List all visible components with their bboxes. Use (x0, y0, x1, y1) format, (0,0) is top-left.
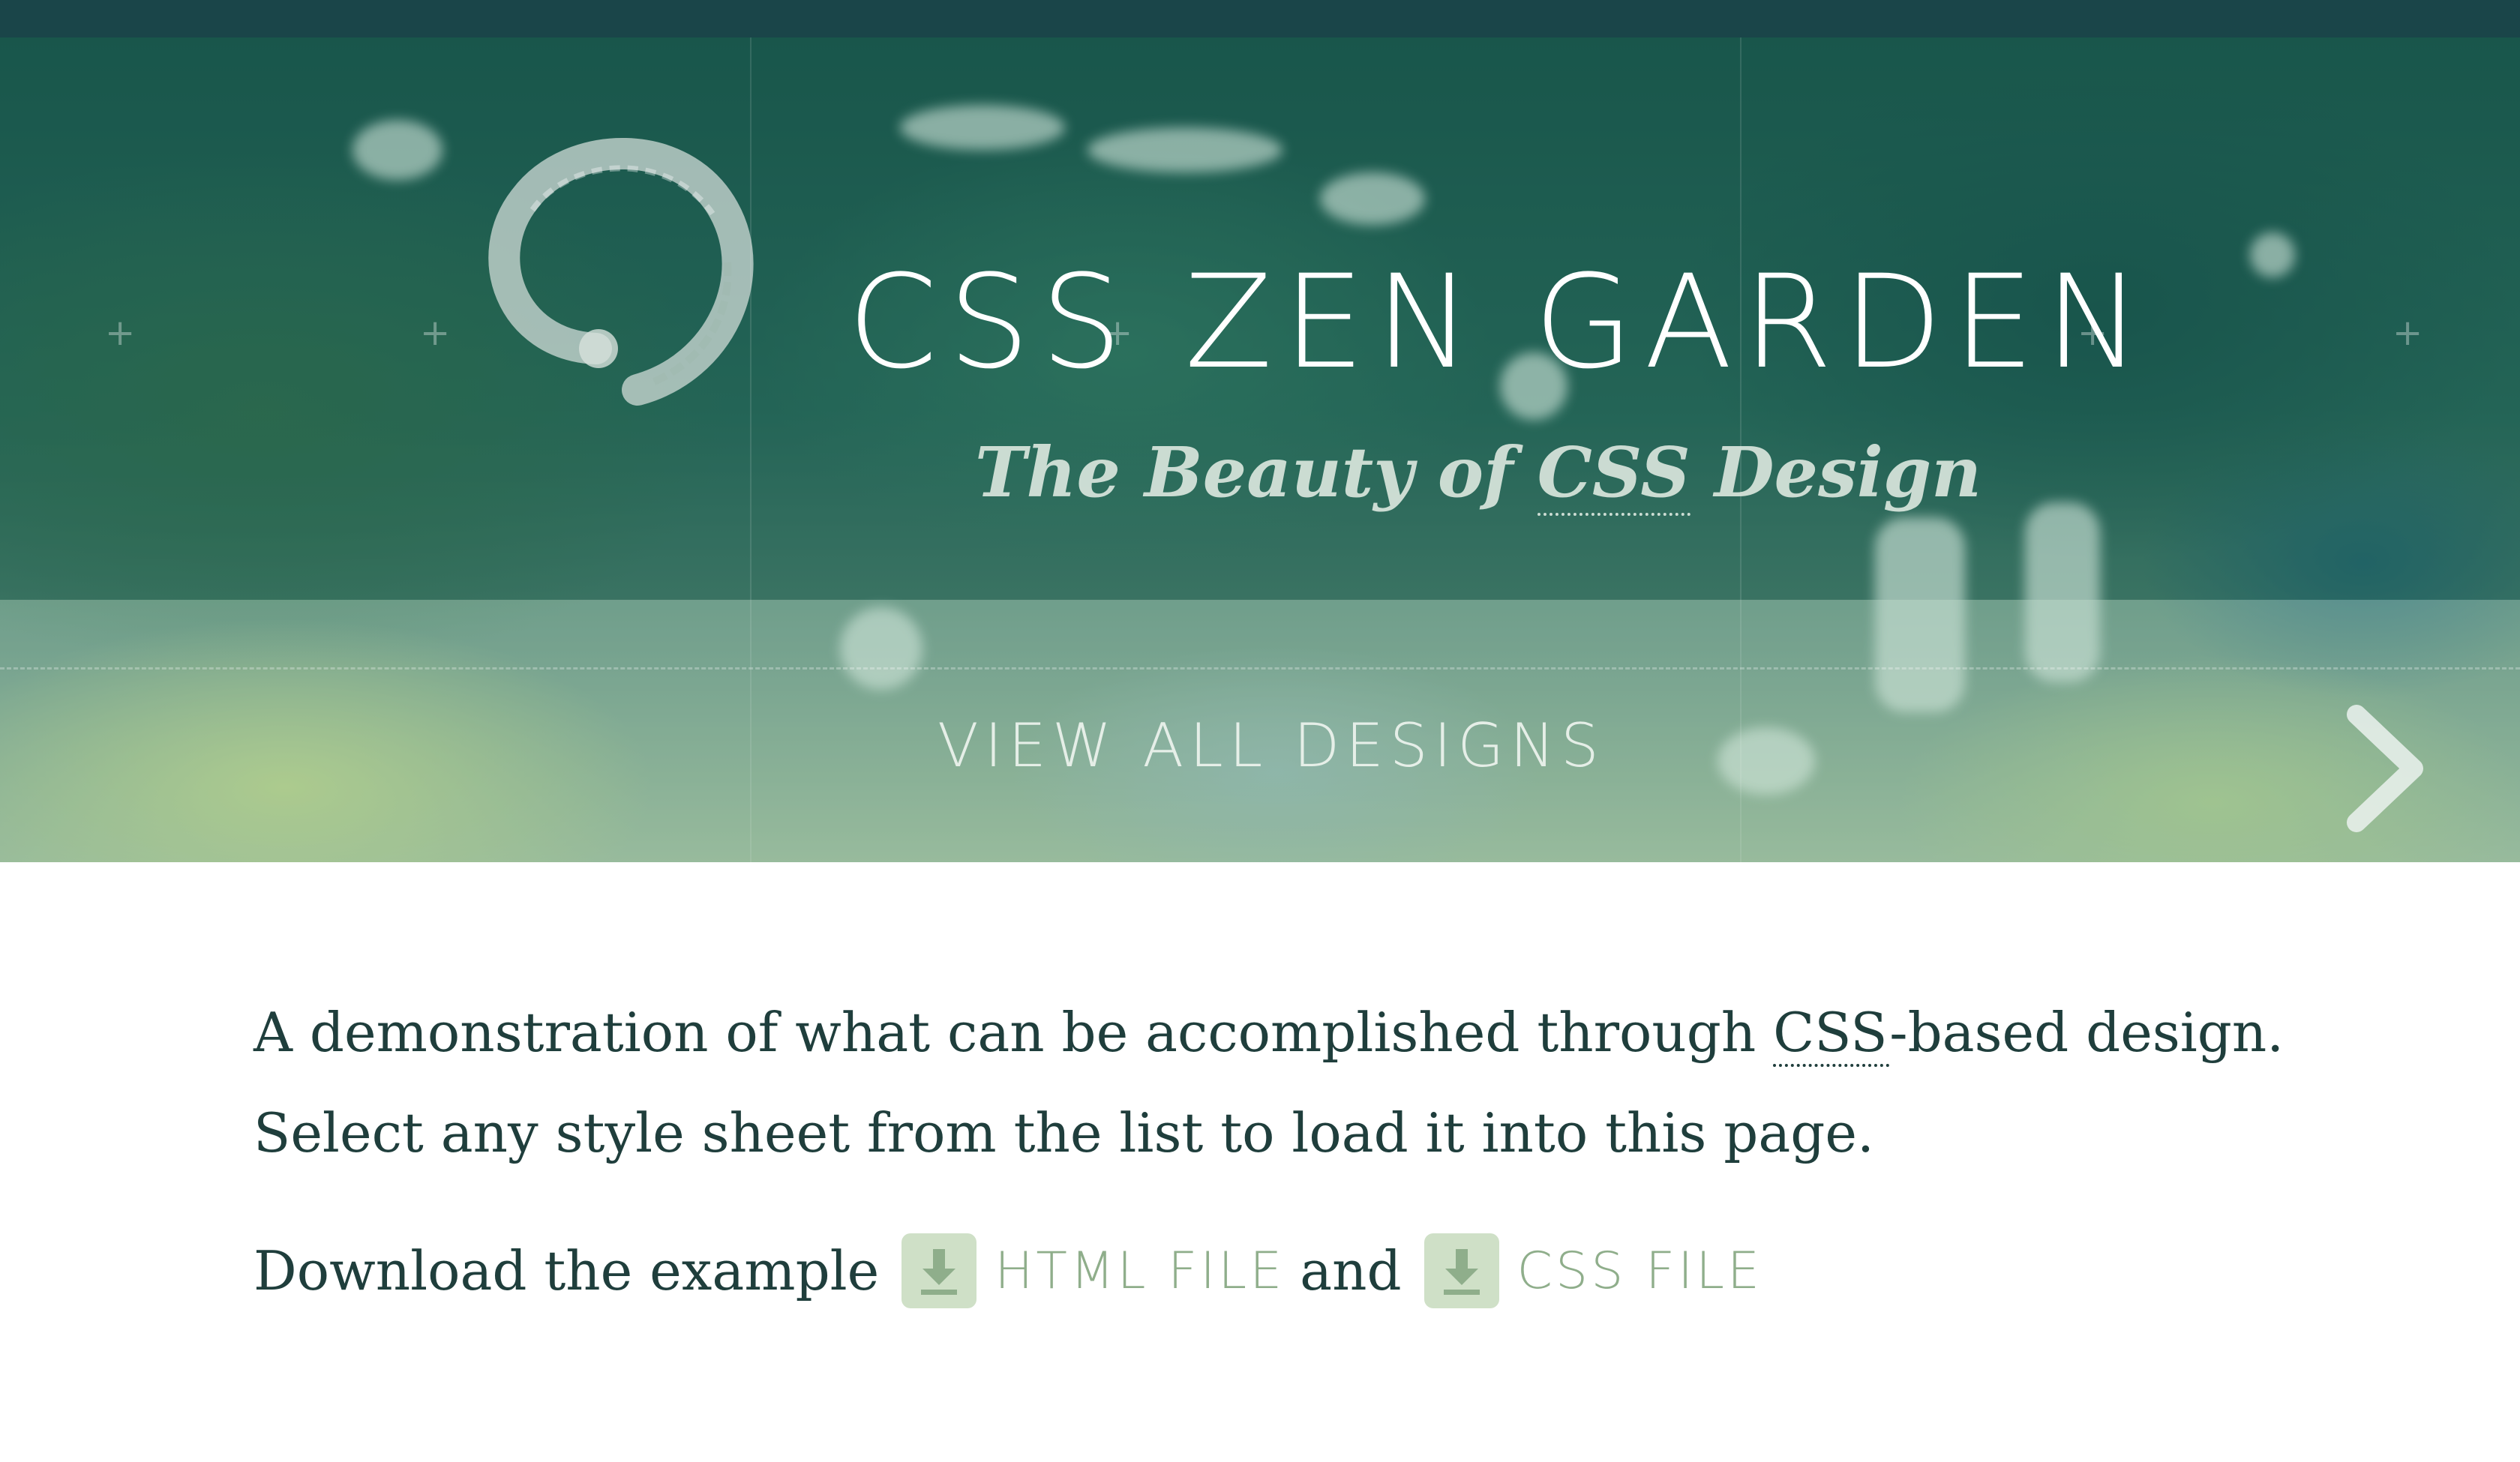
tagline-suffix: Design (1690, 432, 1982, 513)
intro-suffix: -based design. (1889, 1001, 2284, 1064)
download-css-label: CSS FILE (1516, 1241, 1762, 1301)
designs-nav-band: VIEW ALL DESIGNS (0, 600, 2520, 862)
hero-header: + + + + + CSS ZEN GARDEN The Beauty of C… (0, 37, 2520, 862)
plus-mark: + (420, 312, 451, 354)
download-html-link[interactable]: HTML FILE (902, 1233, 1285, 1308)
dashed-divider (0, 667, 2520, 670)
bokeh-light (2250, 232, 2295, 277)
download-lead-text: Download the example (254, 1239, 880, 1302)
enso-logo-icon (488, 138, 754, 406)
download-css-link[interactable]: CSS FILE (1424, 1233, 1762, 1308)
bokeh-light (900, 105, 1065, 150)
bokeh-light (352, 120, 442, 180)
chevron-right-icon[interactable] (2340, 701, 2430, 836)
download-icon (1424, 1233, 1499, 1308)
site-title: CSS ZEN GARDEN (848, 247, 2152, 397)
plus-mark: + (2392, 312, 2423, 354)
plus-mark: + (105, 312, 136, 354)
css-abbreviation: CSS (1537, 432, 1690, 516)
download-row: Download the example HTML FILE and CSS F… (254, 1222, 1762, 1320)
intro-line-2: Select any style sheet from the list to … (254, 1101, 1874, 1164)
site-tagline: The Beauty of CSS Design (975, 427, 1982, 517)
tagline-prefix: The Beauty of (975, 432, 1538, 513)
intro-prefix: A demonstration of what can be accomplis… (254, 1001, 1774, 1064)
bokeh-light (1088, 127, 1282, 172)
view-all-designs-link[interactable]: VIEW ALL DESIGNS (938, 705, 1599, 787)
bokeh-light (1320, 172, 1425, 225)
intro-section: A demonstration of what can be accomplis… (254, 982, 2354, 1183)
download-html-label: HTML FILE (994, 1241, 1286, 1301)
css-abbreviation: CSS (1773, 1001, 1890, 1067)
intro-line-1: A demonstration of what can be accomplis… (254, 982, 2354, 1083)
download-icon (902, 1233, 977, 1308)
top-bar (0, 0, 2520, 37)
download-joiner: and (1300, 1239, 1402, 1302)
